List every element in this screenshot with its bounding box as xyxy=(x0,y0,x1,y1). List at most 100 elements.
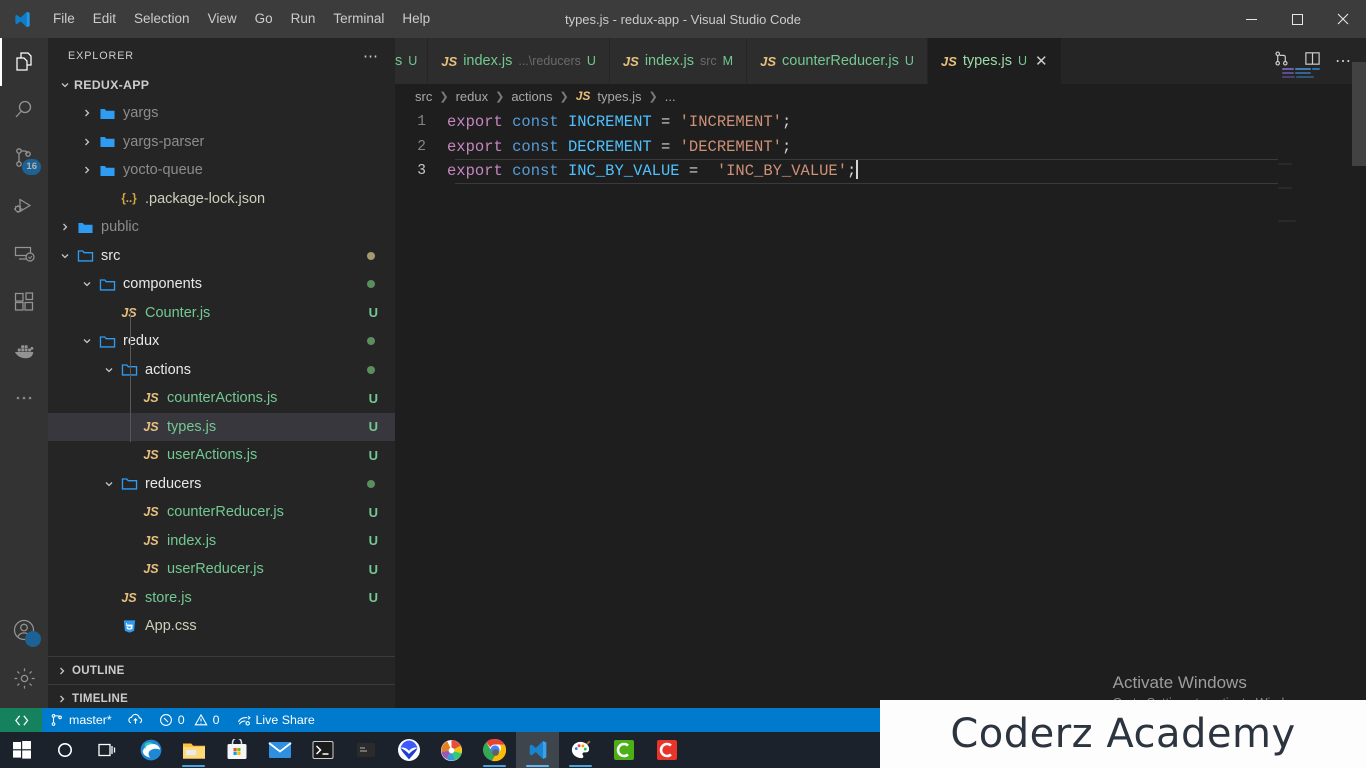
scrollbar-thumb[interactable] xyxy=(1352,62,1366,166)
folder-icon xyxy=(96,334,118,349)
tree-item-actions[interactable]: actions xyxy=(48,356,395,385)
taskbar-chrome[interactable] xyxy=(473,732,516,768)
taskbar-start[interactable] xyxy=(0,732,43,768)
taskbar-color-wheel-app[interactable] xyxy=(430,732,473,768)
taskbar-green-c-app[interactable] xyxy=(602,732,645,768)
tree-item-yocto-queue[interactable]: yocto-queue xyxy=(48,156,395,185)
status-branch[interactable]: master* xyxy=(42,708,120,732)
taskbar-slack[interactable] xyxy=(387,732,430,768)
code-text: export const DECREMENT = 'DECREMENT'; xyxy=(447,137,792,156)
tree-item--package-lock-json[interactable]: {..} .package-lock.json xyxy=(48,185,395,214)
tree-item-components[interactable]: components xyxy=(48,270,395,299)
activity-run-debug[interactable] xyxy=(0,182,48,230)
menu-view[interactable]: View xyxy=(199,5,246,33)
editor-tab-counterreducer-js[interactable]: JS counterReducer.js U xyxy=(747,38,928,84)
tree-item-types-js[interactable]: JS types.js U xyxy=(48,412,395,441)
activity-docker[interactable] xyxy=(0,326,48,374)
js-file-icon: JS xyxy=(143,562,159,577)
editor-scrollbar[interactable] xyxy=(1352,62,1366,712)
activity-more[interactable] xyxy=(0,374,48,422)
menu-file[interactable]: File xyxy=(44,5,84,33)
tree-item-label: userReducer.js xyxy=(167,561,264,578)
taskbar-paint[interactable] xyxy=(559,732,602,768)
workspace-root-row[interactable]: REDUX-APP xyxy=(48,73,395,97)
activity-source-control[interactable]: 16 xyxy=(0,134,48,182)
file-tree[interactable]: yargs yargs-parser yocto-queue {..} .package… xyxy=(48,97,395,656)
sidebar-header: EXPLORER ⋯ xyxy=(48,38,395,73)
activity-explorer[interactable] xyxy=(0,38,48,86)
editor-tabs[interactable]: s U JS index.js ...\reducers U JS index.js src M J… xyxy=(395,38,1366,84)
taskbar-terminal[interactable] xyxy=(301,732,344,768)
activity-search[interactable] xyxy=(0,86,48,134)
editor-tab-index-js[interactable]: JS index.js ...\reducers U xyxy=(428,38,610,84)
maximize-icon[interactable] xyxy=(1274,0,1320,38)
git-status-badge: U xyxy=(368,447,378,463)
tree-item-app-css[interactable]: App.css xyxy=(48,612,395,641)
taskbar-search[interactable] xyxy=(43,732,86,768)
code-editor[interactable]: 1 export const INCREMENT = 'INCREMENT'; 2 e… xyxy=(395,108,1366,184)
sidebar-section-outline[interactable]: OUTLINE xyxy=(48,656,395,684)
status-sync[interactable] xyxy=(120,708,151,732)
editor-tab-index-js[interactable]: JS index.js src M xyxy=(609,38,748,84)
status-branch-label: master* xyxy=(69,713,112,727)
close-icon[interactable] xyxy=(1320,0,1366,38)
remote-indicator-icon[interactable] xyxy=(0,708,42,732)
menu-run[interactable]: Run xyxy=(282,5,325,33)
tree-item-yargs[interactable]: yargs xyxy=(48,99,395,128)
more-actions-icon[interactable]: ⋯ xyxy=(357,47,385,65)
taskbar-task-view[interactable] xyxy=(86,732,129,768)
activity-remote-explorer[interactable] xyxy=(0,230,48,278)
breadcrumb[interactable]: src ❯ redux ❯ actions ❯ JS types.js ❯ ..… xyxy=(395,84,1366,108)
tree-item-useractions-js[interactable]: JS userActions.js U xyxy=(48,441,395,470)
menu-terminal[interactable]: Terminal xyxy=(324,5,393,33)
menu-go[interactable]: Go xyxy=(246,5,282,33)
tree-item-store-js[interactable]: JS store.js U xyxy=(48,584,395,613)
code-line[interactable]: 2 export const DECREMENT = 'DECREMENT'; xyxy=(395,135,1366,160)
minimize-icon[interactable] xyxy=(1228,0,1274,38)
breadcrumb-actions[interactable]: actions xyxy=(511,89,552,104)
js-file-icon: JS xyxy=(121,590,137,605)
tree-item-public[interactable]: public xyxy=(48,213,395,242)
status-live-share[interactable]: Live Share xyxy=(228,708,323,732)
folder-icon xyxy=(96,277,118,292)
code-text: export const INC_BY_VALUE = 'INC_BY_VALU… xyxy=(447,160,859,180)
activity-extensions[interactable] xyxy=(0,278,48,326)
menu-bar[interactable]: File Edit Selection View Go Run Terminal… xyxy=(44,5,439,33)
breadcrumb-file[interactable]: types.js xyxy=(597,89,641,104)
taskbar-mail[interactable] xyxy=(258,732,301,768)
taskbar-vscode[interactable] xyxy=(516,732,559,768)
menu-help[interactable]: Help xyxy=(393,5,439,33)
activity-manage-gear[interactable] xyxy=(0,654,48,702)
tree-item-counteractions-js[interactable]: JS counterActions.js U xyxy=(48,384,395,413)
code-line[interactable]: 1 export const INCREMENT = 'INCREMENT'; xyxy=(395,110,1366,135)
editor-tab-types-js[interactable]: JS types.js U ✕ xyxy=(927,38,1062,84)
taskbar-app-dark[interactable] xyxy=(344,732,387,768)
editor-tab-s[interactable]: sU xyxy=(395,38,429,84)
folder-icon xyxy=(74,220,96,235)
breadcrumb-redux[interactable]: redux xyxy=(456,89,489,104)
taskbar-microsoft-store[interactable] xyxy=(215,732,258,768)
watermark-text: Coderz Academy xyxy=(950,711,1296,757)
tree-item-yargs-parser[interactable]: yargs-parser xyxy=(48,128,395,157)
tree-item-userreducer-js[interactable]: JS userReducer.js U xyxy=(48,555,395,584)
tree-item-reducers[interactable]: reducers xyxy=(48,470,395,499)
taskbar-edge[interactable] xyxy=(129,732,172,768)
activity-accounts[interactable] xyxy=(0,606,48,654)
tree-item-src[interactable]: src xyxy=(48,242,395,271)
minimap[interactable] xyxy=(1278,62,1352,712)
code-line[interactable]: 3 export const INC_BY_VALUE = 'INC_BY_VAL… xyxy=(395,159,1366,184)
menu-edit[interactable]: Edit xyxy=(84,5,125,33)
taskbar-red-c-app[interactable] xyxy=(645,732,688,768)
folder-icon xyxy=(96,163,118,178)
breadcrumb-src[interactable]: src xyxy=(415,89,432,104)
status-problems[interactable]: 0 0 xyxy=(151,708,228,732)
taskbar-file-explorer[interactable] xyxy=(172,732,215,768)
tree-item-counterreducer-js[interactable]: JS counterReducer.js U xyxy=(48,498,395,527)
menu-selection[interactable]: Selection xyxy=(125,5,199,33)
close-icon[interactable]: ✕ xyxy=(1033,52,1048,70)
tree-item-counter-js[interactable]: JS Counter.js U xyxy=(48,299,395,328)
tree-item-redux[interactable]: redux xyxy=(48,327,395,356)
breadcrumb-trailing[interactable]: ... xyxy=(665,89,676,104)
tree-item-index-js[interactable]: JS index.js U xyxy=(48,527,395,556)
tree-item-label: src xyxy=(101,247,121,264)
